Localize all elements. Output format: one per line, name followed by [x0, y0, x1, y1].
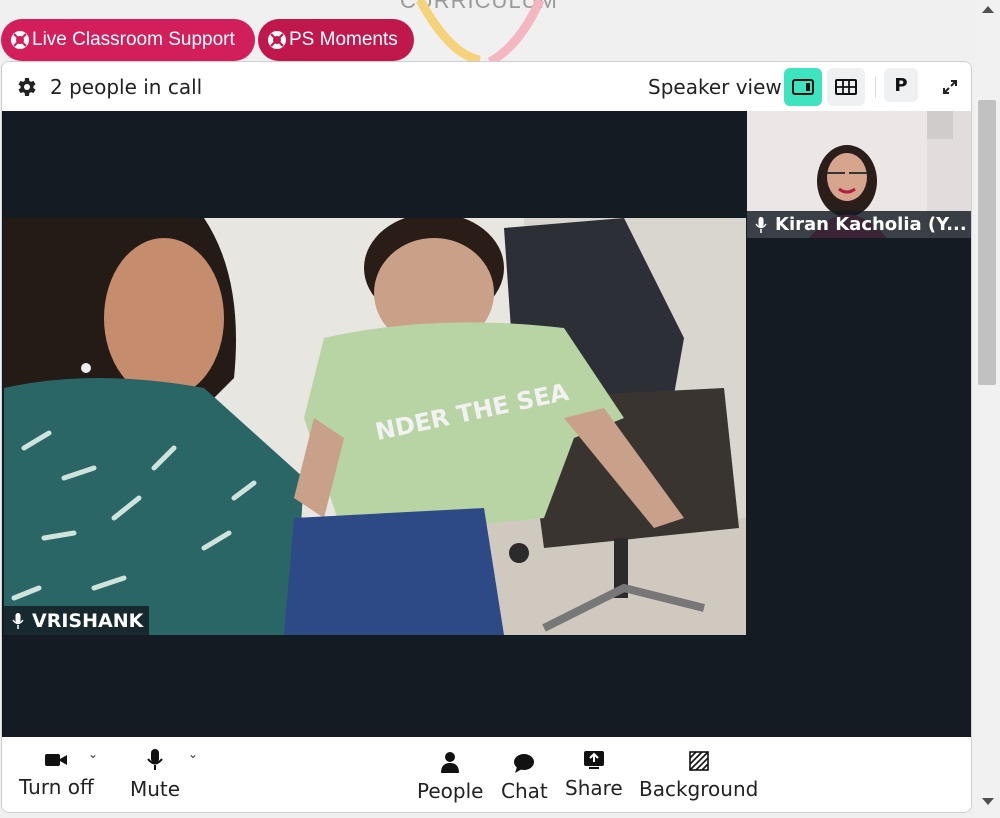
speaker-layout-icon	[792, 79, 814, 95]
people-in-call-count: 2 people in call	[50, 75, 203, 99]
participant-p-button[interactable]: P	[884, 68, 918, 102]
video-call-window: 2 people in call Speaker view P NDER THE…	[1, 61, 972, 813]
background-pattern-icon	[688, 751, 709, 771]
ps-moments-button[interactable]: PS Moments	[258, 19, 414, 61]
mic-icon	[755, 216, 767, 233]
mic-options-chevron-icon[interactable]: ⌄	[188, 747, 198, 761]
background-label: Background	[639, 777, 759, 801]
expand-icon	[943, 80, 957, 94]
scroll-down-arrow-icon[interactable]	[982, 798, 994, 805]
turn-off-label: Turn off	[19, 775, 94, 799]
thumbnail-participant-name: Kiran Kacholia (Y...	[775, 214, 967, 235]
lifebuoy-icon	[268, 31, 286, 49]
video-stage: NDER THE SEA VRISHANK Kiran Kacholia (Y.…	[2, 111, 971, 737]
gear-icon[interactable]	[14, 75, 38, 99]
person-icon	[441, 752, 460, 773]
main-speaker-video[interactable]: NDER THE SEA VRISHANK	[4, 218, 746, 635]
page-scrollbar[interactable]	[975, 0, 1000, 818]
video-frame-illustration: NDER THE SEA	[4, 218, 746, 635]
speaker-view-button[interactable]	[784, 68, 822, 106]
participant-name: VRISHANK	[32, 609, 144, 632]
mute-button[interactable]: Mute	[130, 749, 180, 801]
background-button[interactable]: Background	[639, 751, 758, 801]
scroll-up-arrow-icon[interactable]	[982, 6, 994, 13]
brand-logo-arcs	[416, 0, 545, 66]
people-button[interactable]: People	[417, 751, 483, 803]
fullscreen-button[interactable]	[935, 72, 965, 102]
live-classroom-support-button[interactable]: Live Classroom Support	[1, 19, 255, 61]
chat-label: Chat	[501, 779, 548, 803]
microphone-icon	[147, 749, 163, 770]
turn-off-camera-button[interactable]: Turn off	[19, 751, 94, 799]
call-toolbar: Turn off ⌄ Mute ⌄ People Chat Share Back…	[2, 737, 971, 812]
lifebuoy-icon	[11, 31, 29, 49]
camera-options-chevron-icon[interactable]: ⌄	[88, 747, 98, 761]
video-camera-icon	[45, 754, 68, 766]
call-top-bar: 2 people in call Speaker view P	[2, 62, 971, 111]
share-label: Share	[565, 776, 623, 800]
participant-thumbnail-video[interactable]: Kiran Kacholia (Y...	[747, 111, 971, 238]
mute-label: Mute	[130, 777, 181, 801]
chat-bubble-icon	[514, 754, 535, 773]
participant-name-tag: VRISHANK	[4, 606, 150, 635]
mic-icon	[12, 612, 24, 629]
chat-button[interactable]: Chat	[501, 753, 548, 803]
share-screen-button[interactable]: Share	[565, 750, 623, 800]
share-screen-icon	[583, 751, 604, 769]
live-classroom-support-label: Live Classroom Support	[32, 29, 235, 50]
grid-layout-icon	[835, 79, 857, 95]
scrollbar-thumb[interactable]	[978, 100, 996, 385]
ps-moments-label: PS Moments	[289, 29, 398, 50]
grid-view-button[interactable]	[827, 68, 865, 106]
speaker-view-label: Speaker view	[648, 75, 782, 99]
toolbar-divider	[875, 76, 876, 98]
thumbnail-name-tag: Kiran Kacholia (Y...	[747, 211, 971, 238]
people-label: People	[417, 779, 484, 803]
